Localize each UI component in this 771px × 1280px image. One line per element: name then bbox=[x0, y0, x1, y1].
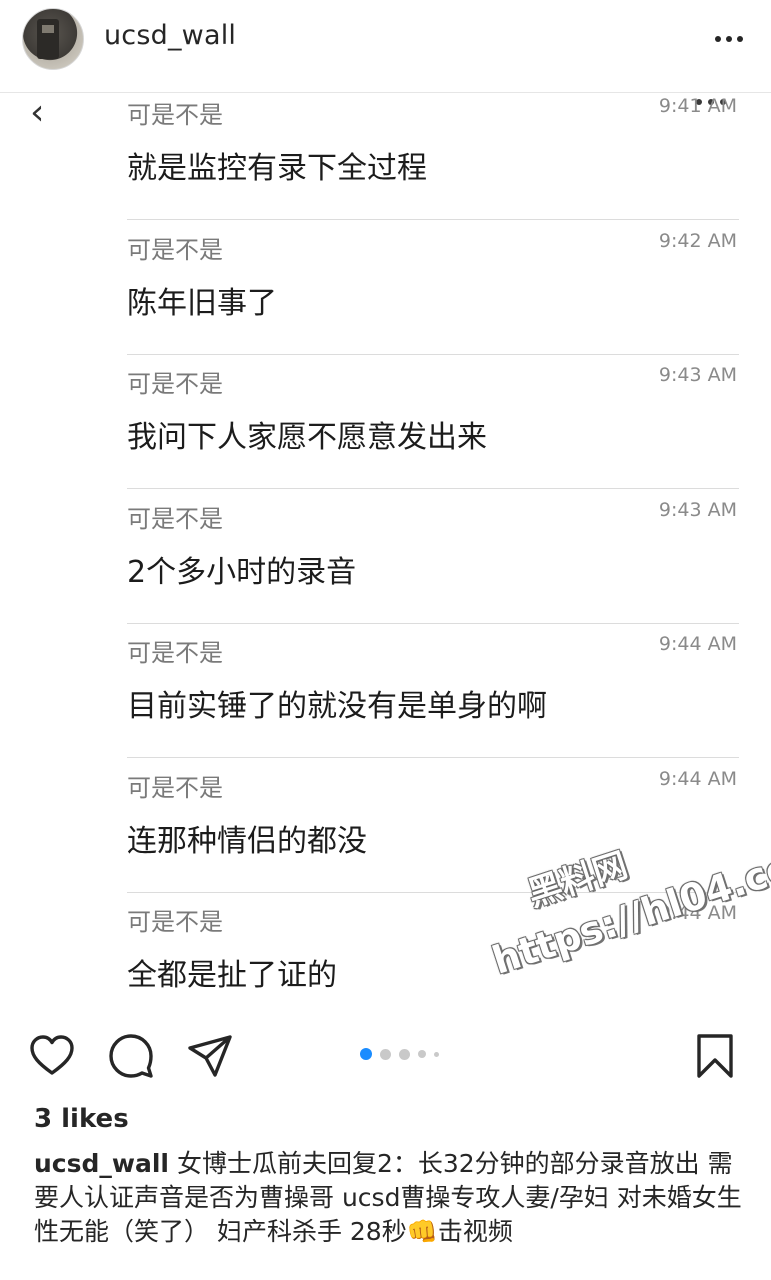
carousel-dot bbox=[360, 1048, 372, 1060]
message-sender: 可是不是 bbox=[127, 639, 223, 667]
message-sender: 可是不是 bbox=[127, 773, 223, 802]
message-text: 2个多小时的录音 bbox=[127, 554, 357, 590]
message-time: 9:43 AM bbox=[658, 364, 737, 386]
message-text: 目前实锤了的就没有是单身的啊 bbox=[127, 689, 547, 724]
comment-icon[interactable] bbox=[107, 1032, 155, 1080]
chat-message: 可是不是 9:44 AM 全都是扯了证的 bbox=[127, 892, 739, 1012]
message-text: 我问下人家愿不愿意发出来 bbox=[127, 420, 487, 455]
message-text: 连那种情侣的都没 bbox=[127, 823, 367, 859]
send-icon[interactable] bbox=[186, 1032, 234, 1080]
chat-message: 可是不是 9:42 AM 陈年旧事了 bbox=[127, 220, 739, 355]
message-sender: 可是不是 bbox=[127, 370, 223, 398]
carousel-indicator bbox=[360, 1048, 439, 1060]
post-username[interactable]: ucsd_wall bbox=[104, 20, 236, 51]
message-time: 9:42 AM bbox=[658, 229, 737, 252]
bookmark-icon[interactable] bbox=[692, 1032, 740, 1080]
caption-username[interactable]: ucsd_wall bbox=[34, 1149, 169, 1178]
message-sender: 可是不是 bbox=[127, 908, 223, 936]
heart-icon[interactable] bbox=[28, 1032, 76, 1080]
message-sender: 可是不是 bbox=[127, 101, 223, 129]
carousel-dot bbox=[434, 1051, 439, 1057]
post-image-chat-screenshot: ‹ 可是不是 9:41 AM 就是监控有录下全过程 可是不是 9:42 AM 陈年旧事了可… bbox=[0, 92, 771, 1012]
caption-text-end: 击视频 bbox=[437, 1217, 513, 1246]
avatar-door-image bbox=[37, 19, 59, 59]
post-action-bar bbox=[0, 1018, 771, 1098]
chat-message: 可是不是 9:44 AM 目前实锤了的就没有是单身的啊 bbox=[127, 623, 739, 758]
message-time: 9:44 AM bbox=[658, 902, 737, 924]
carousel-dot bbox=[418, 1050, 426, 1058]
message-time: 9:43 AM bbox=[658, 498, 737, 521]
message-sender: 可是不是 bbox=[127, 504, 223, 533]
message-sender: 可是不是 bbox=[127, 235, 223, 264]
more-options-icon[interactable] bbox=[715, 36, 743, 42]
message-text: 陈年旧事了 bbox=[127, 285, 277, 321]
message-time: 9:41 AM bbox=[658, 95, 737, 117]
chat-message: 可是不是 9:43 AM 我问下人家愿不愿意发出来 bbox=[127, 354, 739, 489]
message-time: 9:44 AM bbox=[658, 633, 737, 655]
message-time: 9:44 AM bbox=[658, 767, 737, 790]
avatar[interactable] bbox=[22, 8, 84, 70]
carousel-dot bbox=[380, 1048, 391, 1060]
chat-message: 可是不是 9:43 AM 2个多小时的录音 bbox=[127, 489, 739, 624]
post-header: ucsd_wall bbox=[0, 0, 771, 93]
chat-message: 可是不是 9:41 AM 就是监控有录下全过程 bbox=[127, 92, 739, 220]
chevron-left-icon: ‹ bbox=[30, 92, 45, 133]
message-text: 就是监控有录下全过程 bbox=[127, 151, 427, 186]
message-text: 全都是扯了证的 bbox=[127, 958, 337, 993]
carousel-dot bbox=[399, 1048, 410, 1060]
post-caption: ucsd_wall 女博士瓜前夫回复2：长32分钟的部分录音放出 需要人认证声音… bbox=[34, 1147, 746, 1249]
likes-count[interactable]: 3 likes bbox=[34, 1104, 129, 1134]
fist-emoji: 👊 bbox=[406, 1217, 438, 1246]
chat-message: 可是不是 9:44 AM 连那种情侣的都没 bbox=[127, 758, 739, 893]
